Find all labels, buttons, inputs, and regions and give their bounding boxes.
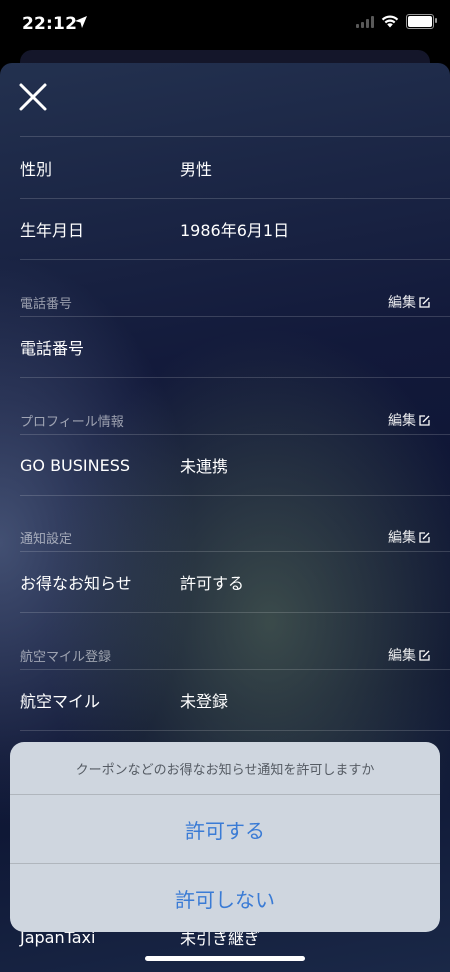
home-indicator[interactable] — [145, 956, 305, 961]
row-value: 許可する — [180, 574, 245, 593]
row-label: GO BUSINESS — [20, 455, 131, 475]
edit-icon — [419, 414, 430, 426]
allow-button[interactable]: 許可する — [10, 794, 440, 863]
row-value: 1986年6月1日 — [180, 221, 290, 240]
edit-button-notifications[interactable]: 編集 — [388, 527, 430, 547]
edit-label: 編集 — [388, 530, 416, 546]
row-gender: 性別 男性 — [20, 139, 430, 197]
signal-icon — [356, 15, 374, 28]
section-header-miles: 航空マイル登録 編集 — [20, 644, 430, 666]
divider — [20, 612, 450, 613]
battery-icon — [406, 14, 437, 29]
section-title: 航空マイル登録 — [20, 649, 112, 665]
divider — [20, 316, 450, 317]
edit-button-miles[interactable]: 編集 — [388, 645, 430, 665]
location-arrow-icon — [75, 16, 87, 28]
deny-button[interactable]: 許可しない — [10, 863, 440, 932]
row-phone[interactable]: 電話番号 — [20, 318, 430, 376]
divider — [20, 669, 450, 670]
row-value: 未連携 — [180, 457, 229, 476]
row-deals-notification[interactable]: お得なお知らせ 許可する — [20, 553, 430, 611]
notification-permission-dialog: クーポンなどのお得なお知らせ通知を許可しますか 許可する 許可しない — [10, 742, 440, 932]
close-icon[interactable] — [16, 80, 50, 114]
row-label: 航空マイル — [20, 692, 101, 711]
wifi-icon — [381, 15, 399, 28]
edit-label: 編集 — [388, 295, 416, 311]
edit-icon — [419, 296, 430, 308]
edit-label: 編集 — [388, 413, 416, 429]
section-title: プロフィール情報 — [20, 414, 124, 430]
dialog-message: クーポンなどのお得なお知らせ通知を許可しますか — [75, 762, 375, 778]
edit-label: 編集 — [388, 648, 416, 664]
section-title: 電話番号 — [20, 296, 73, 312]
divider — [20, 377, 450, 378]
row-label: 性別 — [20, 160, 53, 179]
section-header-profile: プロフィール情報 編集 — [20, 409, 430, 431]
status-indicators — [356, 14, 437, 29]
section-header-notifications: 通知設定 編集 — [20, 526, 430, 548]
divider — [20, 551, 450, 552]
edit-icon — [419, 649, 430, 661]
divider — [20, 259, 450, 260]
edit-icon — [419, 531, 430, 543]
row-value: 未登録 — [180, 692, 229, 711]
row-label: お得なお知らせ — [20, 574, 132, 593]
divider — [20, 198, 450, 199]
section-header-phone: 電話番号 編集 — [20, 291, 430, 313]
row-label: 生年月日 — [20, 221, 85, 240]
edit-button-profile[interactable]: 編集 — [388, 410, 430, 430]
divider — [20, 730, 450, 731]
row-value: 男性 — [180, 160, 213, 179]
divider — [20, 495, 450, 496]
edit-button-phone[interactable]: 編集 — [388, 292, 430, 312]
divider — [20, 136, 450, 137]
status-time: 22:12 — [22, 14, 78, 34]
row-go-business[interactable]: GO BUSINESS 未連携 — [20, 436, 430, 494]
row-label: 電話番号 — [20, 339, 85, 358]
row-birthday: 生年月日 1986年6月1日 — [20, 200, 430, 258]
status-bar: 22:12 — [0, 0, 450, 50]
row-airline-miles[interactable]: 航空マイル 未登録 — [20, 671, 430, 729]
divider — [20, 434, 450, 435]
section-title: 通知設定 — [20, 531, 73, 547]
